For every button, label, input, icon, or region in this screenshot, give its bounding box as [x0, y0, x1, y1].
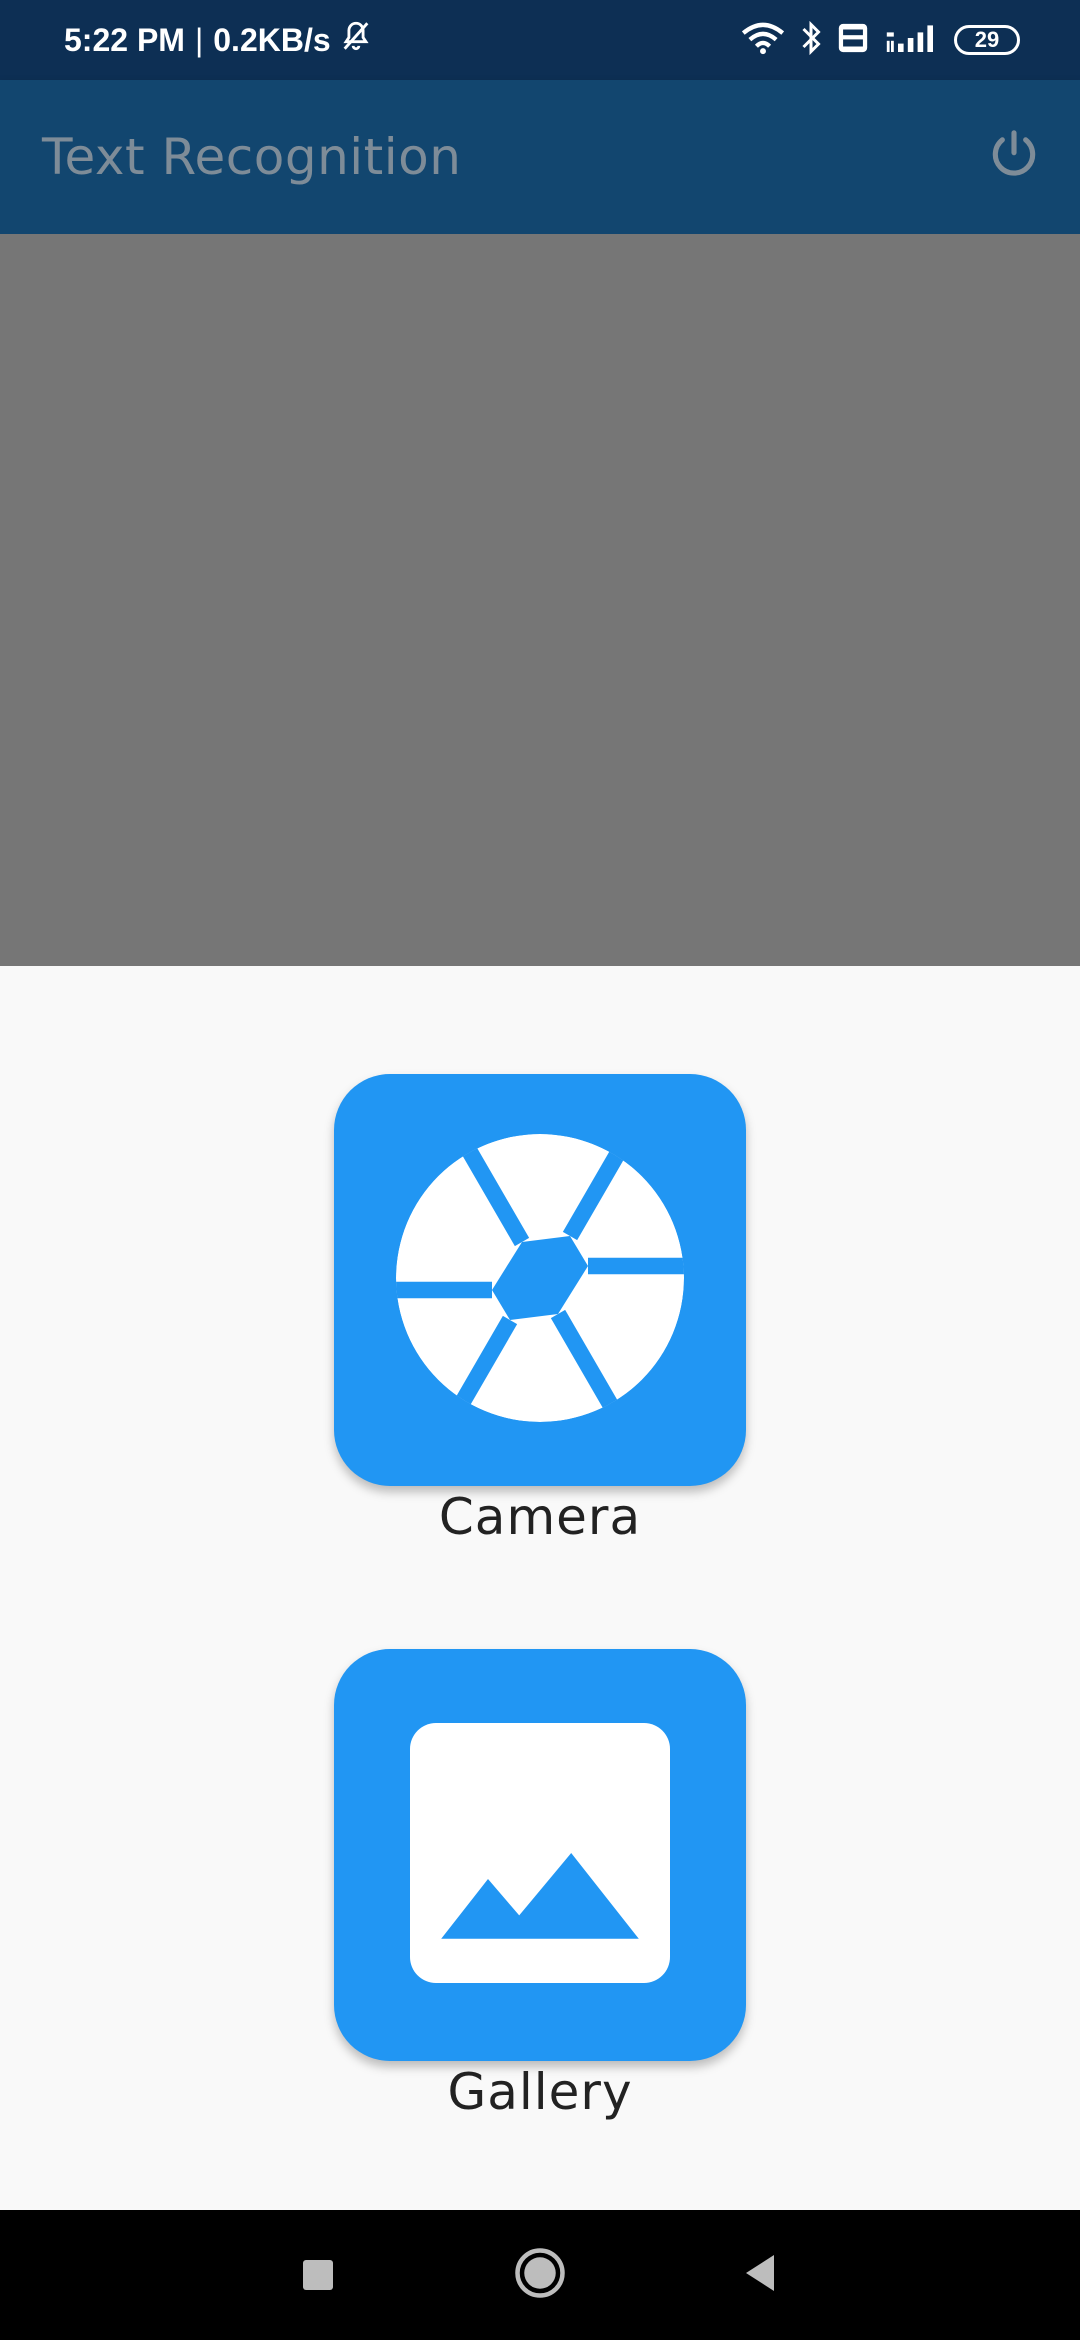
- back-button[interactable]: [740, 2255, 780, 2295]
- gallery-label: Gallery: [447, 2063, 633, 2121]
- home-icon: [513, 2246, 567, 2304]
- recents-button[interactable]: [300, 2257, 336, 2293]
- app-bar: Text Recognition: [0, 80, 1080, 234]
- status-bar: 5:22 PM | 0.2KB/s 29: [0, 0, 1080, 80]
- system-navigation-bar: [0, 2210, 1080, 2340]
- recents-icon: [303, 2260, 333, 2290]
- bluetooth-icon: [800, 20, 822, 60]
- camera-action: Camera: [334, 1074, 746, 1546]
- status-time: 5:22 PM: [64, 21, 185, 58]
- gallery-button[interactable]: [334, 1649, 746, 2061]
- screen: 5:22 PM | 0.2KB/s 29 Text Recognition Ca…: [0, 0, 1080, 2340]
- camera-aperture-icon: [390, 1128, 690, 1432]
- status-left: 5:22 PM | 0.2KB/s: [64, 19, 373, 61]
- power-icon: [986, 127, 1042, 187]
- camera-label: Camera: [438, 1488, 642, 1546]
- camera-button[interactable]: [334, 1074, 746, 1486]
- page-title: Text Recognition: [42, 128, 462, 186]
- gallery-action: Gallery: [334, 1649, 746, 2121]
- back-icon: [742, 2253, 778, 2297]
- signal-4g-icon: [884, 21, 940, 59]
- image-preview: [0, 234, 1080, 966]
- battery-icon: 29: [954, 25, 1020, 55]
- network-speed: 0.2KB/s: [213, 21, 331, 58]
- gallery-image-icon: [410, 1723, 670, 1987]
- wifi-icon: [740, 21, 786, 59]
- mute-icon: [339, 19, 373, 61]
- status-right: 29: [740, 20, 1020, 60]
- home-button[interactable]: [512, 2247, 568, 2303]
- power-button[interactable]: [984, 127, 1044, 187]
- status-separator: |: [194, 21, 204, 58]
- volte-icon: [836, 21, 870, 59]
